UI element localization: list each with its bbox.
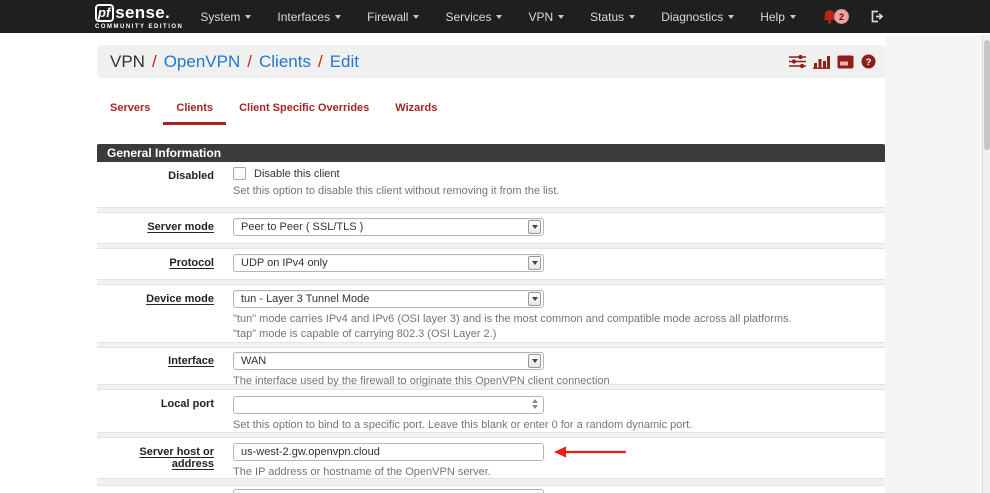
menu-system[interactable]: System (187, 0, 264, 33)
chevron-down-icon (790, 15, 796, 19)
local-port-input[interactable] (233, 396, 544, 414)
sliders-icon[interactable] (789, 54, 806, 69)
breadcrumb-root: VPN (110, 52, 145, 72)
chevron-down-icon (245, 15, 251, 19)
form-row-server-mode: Server mode Peer to Peer ( SSL/TLS ) (97, 213, 885, 243)
menu-diagnostics[interactable]: Diagnostics (648, 0, 747, 33)
protocol-select[interactable]: UDP on IPv4 only (233, 254, 544, 272)
form-row-disabled: Disabled Disable this client Set this op… (97, 162, 885, 207)
chevron-down-icon (413, 15, 419, 19)
field-label: Device mode (146, 293, 214, 305)
server-mode-select[interactable]: Peer to Peer ( SSL/TLS ) (233, 218, 544, 236)
select-arrow-icon (528, 256, 541, 270)
breadcrumb-link-edit[interactable]: Edit (330, 52, 359, 72)
form-row-local-port: Local port Set this option to bind to a … (97, 390, 885, 432)
form-row-device-mode: Device mode tun - Layer 3 Tunnel Mode "t… (97, 285, 885, 342)
chevron-down-icon (335, 15, 341, 19)
field-help: Set this option to disable this client w… (233, 184, 885, 199)
top-navbar: pfsense. COMMUNITY EDITION System Interf… (0, 0, 990, 33)
form-row-partial (97, 486, 885, 493)
breadcrumb-link-clients[interactable]: Clients (259, 52, 311, 72)
general-information-panel: General Information Disabled Disable thi… (97, 144, 885, 493)
chevron-down-icon (728, 15, 734, 19)
field-label: Local port (161, 398, 214, 410)
menu-help[interactable]: Help (747, 0, 809, 33)
menu-status[interactable]: Status (577, 0, 648, 33)
server-host-input[interactable] (233, 443, 544, 461)
checkbox-label: Disable this client (254, 168, 340, 180)
menu-vpn[interactable]: VPN (515, 0, 577, 33)
svg-text:?: ? (866, 57, 872, 68)
community-edition-label: COMMUNITY EDITION (95, 24, 183, 30)
field-help: Set this option to bind to a specific po… (233, 418, 885, 433)
number-stepper-icon[interactable] (532, 399, 538, 409)
field-help: The IP address or hostname of the OpenVP… (233, 465, 885, 480)
chevron-down-icon (496, 15, 502, 19)
page-header: VPN / OpenVPN / Clients / Edit (97, 45, 885, 78)
menu-interfaces[interactable]: Interfaces (264, 0, 354, 33)
main-menu: System Interfaces Firewall Services VPN … (187, 0, 809, 33)
select-arrow-icon (528, 354, 541, 368)
field-help: "tun" mode carries IPv4 and IPv6 (OSI la… (233, 312, 885, 327)
next-field-partial-input[interactable] (233, 489, 544, 493)
tab-client-specific-overrides[interactable]: Client Specific Overrides (226, 101, 382, 125)
panel-title: General Information (97, 144, 885, 162)
field-label: Protocol (169, 257, 214, 269)
field-help: The interface used by the firewall to or… (233, 374, 885, 389)
pf-logo-box: pf (95, 4, 114, 22)
tab-wizards[interactable]: Wizards (382, 101, 450, 125)
scrollbar[interactable] (982, 35, 990, 493)
chevron-down-icon (558, 15, 564, 19)
form-row-protocol: Protocol UDP on IPv4 only (97, 249, 885, 279)
select-arrow-icon (528, 220, 541, 234)
field-help: "tap" mode is capable of carrying 802.3 … (233, 327, 885, 342)
breadcrumb: VPN / OpenVPN / Clients / Edit (110, 52, 359, 72)
pfsense-logo[interactable]: pfsense. COMMUNITY EDITION (95, 4, 183, 30)
chevron-down-icon (629, 15, 635, 19)
disable-client-checkbox[interactable] (233, 167, 246, 180)
console-icon[interactable] (837, 55, 854, 69)
help-icon[interactable]: ? (861, 54, 876, 69)
bar-chart-icon[interactable] (813, 54, 830, 69)
select-arrow-icon (528, 292, 541, 306)
scrollbar-thumb[interactable] (984, 40, 990, 150)
field-label: Interface (168, 355, 214, 367)
interface-select[interactable]: WAN (233, 352, 544, 370)
menu-services[interactable]: Services (432, 0, 515, 33)
menu-firewall[interactable]: Firewall (354, 0, 432, 33)
form-row-interface: Interface WAN The interface used by the … (97, 348, 885, 384)
tab-servers[interactable]: Servers (97, 101, 163, 125)
field-label: Server host or address (139, 446, 214, 470)
sign-out-icon[interactable] (869, 9, 884, 24)
tab-bar: Servers Clients Client Specific Override… (97, 101, 450, 125)
form-row-server-host: Server host or address The IP address or… (97, 438, 885, 478)
tab-clients[interactable]: Clients (163, 101, 226, 125)
notification-badge[interactable]: 2 (834, 9, 849, 24)
field-label: Disabled (97, 167, 214, 207)
breadcrumb-link-openvpn[interactable]: OpenVPN (164, 52, 241, 72)
annotation-arrow-icon (552, 445, 630, 459)
field-label: Server mode (147, 221, 214, 233)
device-mode-select[interactable]: tun - Layer 3 Tunnel Mode (233, 290, 544, 308)
page-right-gutter (885, 35, 990, 493)
